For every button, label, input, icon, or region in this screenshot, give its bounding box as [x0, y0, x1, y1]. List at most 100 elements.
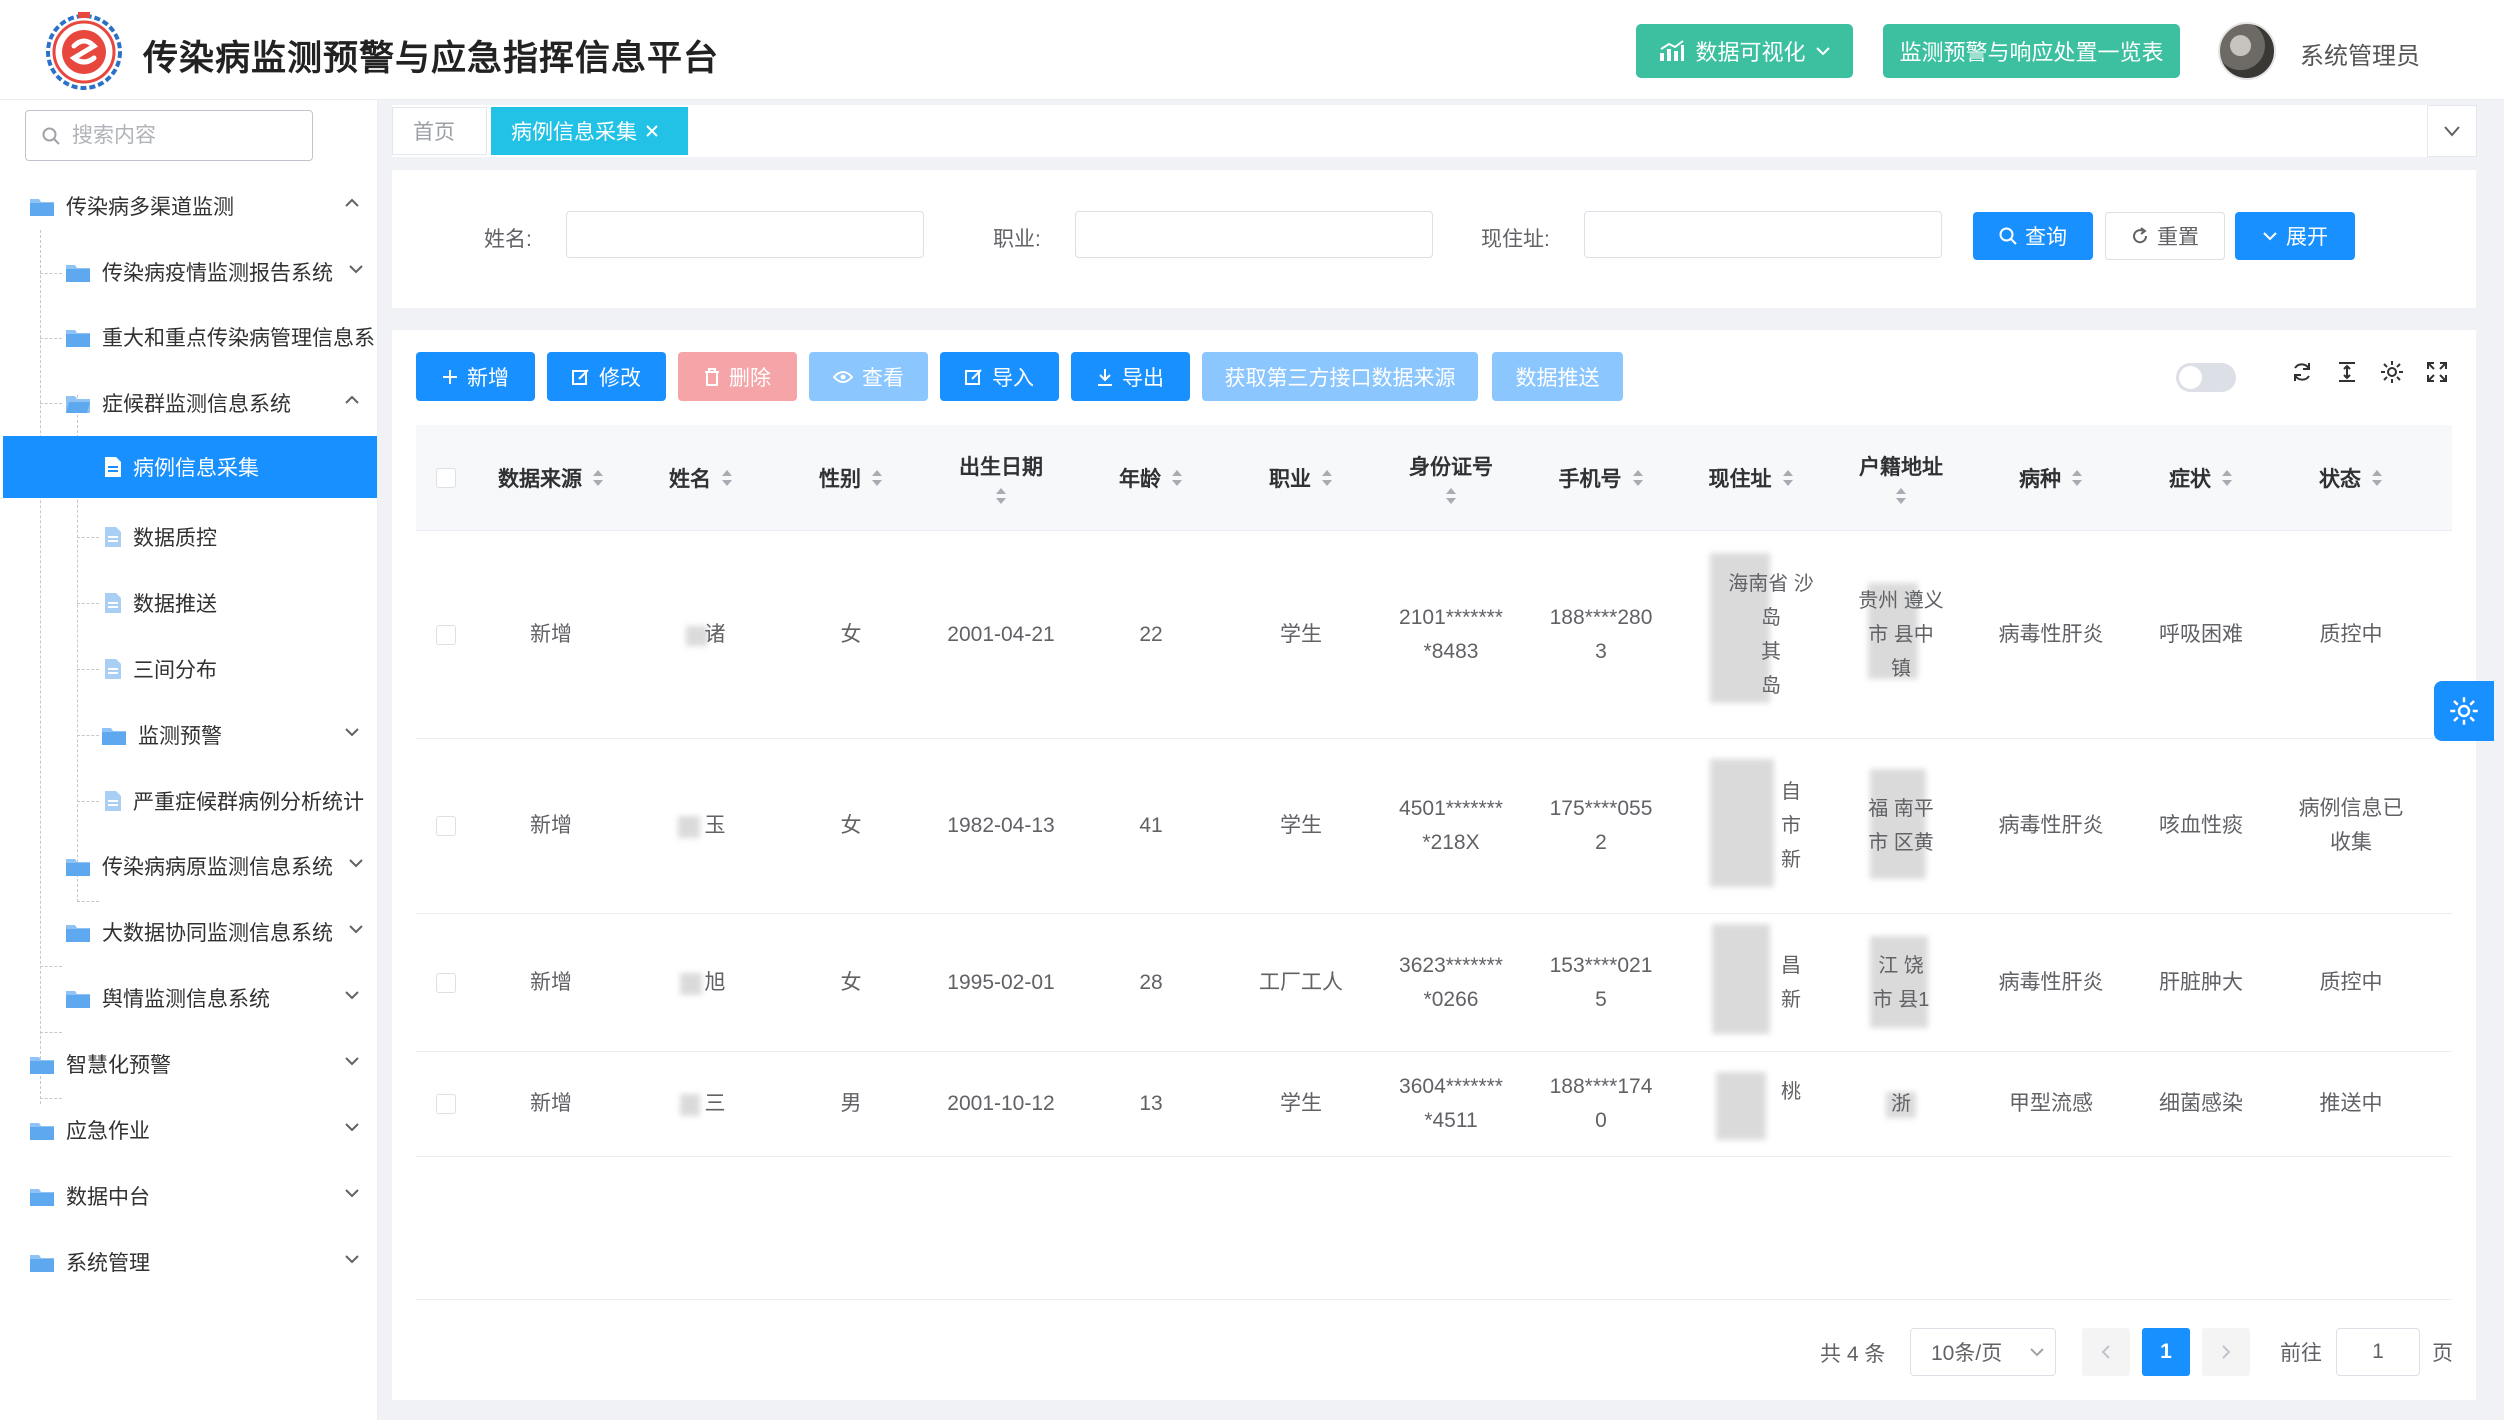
expand-button[interactable]: 展开	[2235, 212, 2355, 260]
sidebar-item-pathogen-monitoring-system[interactable]: 传染病病原监测信息系统	[66, 835, 363, 897]
column-header-disease[interactable]: 病种	[1976, 425, 2126, 531]
display-toggle[interactable]	[2176, 363, 2236, 392]
delete-label: 删除	[729, 366, 771, 390]
sidebar-item-public-opinion-system[interactable]: 舆情监测信息系统	[66, 967, 360, 1029]
sort-icon[interactable]	[1321, 469, 1333, 487]
sort-icon[interactable]	[995, 487, 1007, 505]
sidebar-item-three-distribution[interactable]: 三间分布	[105, 638, 360, 700]
delete-button[interactable]: 删除	[678, 352, 797, 401]
sidebar-item-data-qc[interactable]: 数据质控	[105, 506, 360, 568]
column-header-huji[interactable]: 户籍地址	[1826, 425, 1976, 531]
sort-icon[interactable]	[592, 469, 604, 487]
username[interactable]: 系统管理员	[2300, 36, 2420, 71]
goto-page-input[interactable]: 1	[2336, 1328, 2420, 1376]
sort-icon[interactable]	[2371, 469, 2383, 487]
table-row[interactable]: 新增 玉 女 1982-04-13 41 学生 4501******* *218…	[416, 739, 2452, 914]
table-row[interactable]: 新增 诸 女 2001-04-21 22 学生 2101******* *848…	[416, 531, 2452, 739]
tab-home[interactable]: 首页	[392, 107, 487, 155]
refresh-icon[interactable]	[2288, 358, 2316, 386]
prev-page-button[interactable]	[2082, 1328, 2130, 1376]
sidebar-item-epidemic-report-system[interactable]: 传染病疫情监测报告系统	[66, 241, 363, 303]
sort-icon[interactable]	[871, 469, 883, 487]
folder-open-icon	[66, 395, 90, 413]
column-header-name[interactable]: 姓名	[626, 425, 776, 531]
folder-icon	[30, 1122, 54, 1140]
sort-icon[interactable]	[721, 469, 733, 487]
select-all-checkbox[interactable]	[436, 468, 456, 488]
column-header-phone[interactable]: 手机号	[1526, 425, 1676, 531]
third-party-source-button[interactable]: 获取第三方接口数据来源	[1202, 352, 1478, 401]
sort-icon[interactable]	[2221, 469, 2233, 487]
reset-button[interactable]: 重置	[2105, 212, 2225, 260]
column-header-symptom[interactable]: 症状	[2126, 425, 2276, 531]
column-header-id[interactable]: 身份证号	[1376, 425, 1526, 531]
address-input[interactable]	[1584, 211, 1942, 258]
cell-source: 新增	[530, 622, 572, 646]
sidebar-search[interactable]	[25, 110, 313, 161]
cell-huji-text: 江 饶 市 县1	[1872, 954, 1930, 1011]
column-header-status[interactable]: 状态	[2276, 425, 2426, 531]
table-row[interactable]: 新增 三 男 2001-10-12 13 学生 3604******* *451…	[416, 1052, 2452, 1157]
sort-icon[interactable]	[1632, 469, 1644, 487]
sort-icon[interactable]	[1445, 487, 1457, 505]
sidebar-item-data-push[interactable]: 数据推送	[105, 572, 360, 634]
alert-response-overview-button[interactable]: 监测预警与响应处置一览表	[1883, 24, 2180, 78]
sidebar-item-major-disease-system[interactable]: 重大和重点传染病管理信息系	[66, 306, 378, 368]
sidebar-item-syndrome-monitoring-system[interactable]: 症候群监测信息系统	[66, 372, 360, 434]
sidebar-item-emergency-operation[interactable]: 应急作业	[30, 1099, 360, 1161]
row-checkbox[interactable]	[436, 1094, 456, 1114]
column-header-birth[interactable]: 出生日期	[926, 425, 1076, 531]
sort-icon[interactable]	[1782, 469, 1794, 487]
settings-icon[interactable]	[2378, 358, 2406, 386]
sort-icon[interactable]	[2071, 469, 2083, 487]
table-row[interactable]: 新增 旭 女 1995-02-01 28 工厂工人 3623******* *0…	[416, 914, 2452, 1052]
sidebar-item-monitoring-alert[interactable]: 监测预警	[102, 704, 360, 766]
sidebar-item-multichannel-monitoring[interactable]: 传染病多渠道监测	[30, 175, 360, 237]
column-header-job[interactable]: 职业	[1226, 425, 1376, 531]
page-number-current[interactable]: 1	[2142, 1328, 2190, 1376]
row-checkbox[interactable]	[436, 816, 456, 836]
pagination-total: 共 4 条	[1820, 1343, 1886, 1366]
tabs-dropdown-button[interactable]	[2427, 105, 2477, 157]
data-push-button[interactable]: 数据推送	[1492, 352, 1623, 401]
query-button[interactable]: 查询	[1973, 212, 2093, 260]
name-input[interactable]	[566, 211, 924, 258]
column-header-source[interactable]: 数据来源	[476, 425, 626, 531]
row-checkbox[interactable]	[436, 972, 456, 993]
column-header-gender[interactable]: 性别	[776, 425, 926, 531]
tree-connector	[40, 273, 62, 274]
edit-button[interactable]: 修改	[547, 352, 666, 401]
fullscreen-icon[interactable]	[2423, 358, 2451, 386]
export-button[interactable]: 导出	[1071, 352, 1190, 401]
tab-case-collection[interactable]: 病例信息采集	[491, 107, 688, 155]
view-button[interactable]: 查看	[809, 352, 928, 401]
name-label: 姓名:	[484, 228, 532, 251]
cell-job: 学生	[1280, 814, 1322, 837]
cell-huji: 江 饶 市 县1	[1826, 914, 1976, 1051]
sort-icon[interactable]	[1171, 469, 1183, 487]
page-size-select[interactable]: 10条/页	[1910, 1328, 2056, 1376]
sidebar-item-case-collection[interactable]: 病例信息采集	[3, 436, 377, 498]
sort-icon[interactable]	[1895, 487, 1907, 505]
sidebar-item-system-management[interactable]: 系统管理	[30, 1231, 360, 1293]
sidebar-item-bigdata-monitoring-system[interactable]: 大数据协同监测信息系统	[66, 901, 363, 963]
sidebar-item-smart-alert[interactable]: 智慧化预警	[30, 1033, 360, 1095]
column-height-icon[interactable]	[2333, 358, 2361, 386]
cell-gender: 男	[840, 1092, 862, 1115]
tabs-bar: 首页 病例信息采集	[392, 105, 2476, 157]
job-input[interactable]	[1075, 211, 1433, 258]
import-button[interactable]: 导入	[940, 352, 1059, 401]
sidebar-item-data-platform[interactable]: 数据中台	[30, 1165, 360, 1227]
close-icon[interactable]	[645, 124, 659, 138]
row-checkbox[interactable]	[436, 624, 456, 645]
avatar[interactable]	[2218, 22, 2276, 80]
add-button[interactable]: 新增	[416, 352, 535, 401]
chevron-left-icon	[2101, 1345, 2110, 1359]
column-header-age[interactable]: 年龄	[1076, 425, 1226, 531]
sidebar-item-severe-syndrome-stats[interactable]: 严重症候群病例分析统计	[105, 770, 377, 832]
data-visualization-button[interactable]: 数据可视化	[1636, 24, 1853, 78]
column-header-address[interactable]: 现住址	[1676, 425, 1826, 531]
next-page-button[interactable]	[2202, 1328, 2250, 1376]
sidebar-search-input[interactable]	[70, 122, 290, 149]
floating-settings-button[interactable]	[2434, 681, 2494, 741]
